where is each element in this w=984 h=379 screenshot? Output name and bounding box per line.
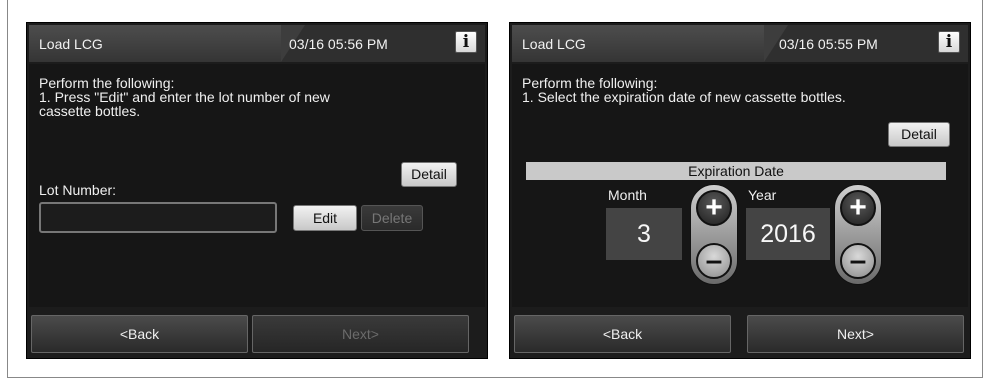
month-plus-icon[interactable]: + <box>696 190 732 226</box>
detail-button[interactable]: Detail <box>401 162 457 187</box>
detail-button[interactable]: Detail <box>888 122 950 147</box>
delete-button[interactable]: Delete <box>361 205 423 231</box>
month-label: Month <box>608 187 647 203</box>
edit-button[interactable]: Edit <box>293 205 357 231</box>
instructions: Perform the following: 1. Select the exp… <box>522 76 846 104</box>
footer-bar: <Back Next> <box>29 311 485 355</box>
screen-title: Load LCG <box>522 36 586 52</box>
load-lcg-lot-screen: Load LCG 03/16 05:56 PM i Perform the fo… <box>26 22 488 359</box>
back-button[interactable]: <Back <box>31 315 248 353</box>
lot-number-label: Lot Number: <box>39 182 117 198</box>
content-area: Perform the following: 1. Select the exp… <box>512 64 968 307</box>
month-value: 3 <box>606 208 682 260</box>
instruction-line: 1. Select the expiration date of new cas… <box>522 89 846 105</box>
info-icon[interactable]: i <box>455 31 477 53</box>
year-value: 2016 <box>746 208 830 260</box>
title-bar: Load LCG 03/16 05:55 PM i <box>512 25 968 62</box>
year-label: Year <box>748 187 777 203</box>
info-icon[interactable]: i <box>938 31 960 53</box>
instruction-line: Perform the following: <box>522 75 658 91</box>
load-lcg-expiration-screen: Load LCG 03/16 05:55 PM i Perform the fo… <box>509 22 971 359</box>
footer-bar: <Back Next> <box>512 311 968 355</box>
screen-title: Load LCG <box>39 36 103 52</box>
instructions: Perform the following: 1. Press "Edit" a… <box>39 76 330 118</box>
expiration-date-header: Expiration Date <box>526 162 946 180</box>
datetime: 03/16 05:55 PM <box>779 36 878 52</box>
back-button[interactable]: <Back <box>514 315 731 353</box>
instruction-line: 1. Press "Edit" and enter the lot number… <box>39 89 330 105</box>
instruction-line: cassette bottles. <box>39 103 141 119</box>
year-minus-icon[interactable]: – <box>840 243 876 279</box>
instruction-line: Perform the following: <box>39 75 175 91</box>
next-button[interactable]: Next> <box>747 315 964 353</box>
content-area: Perform the following: 1. Press "Edit" a… <box>29 64 485 307</box>
year-stepper: + – <box>834 184 882 285</box>
datetime: 03/16 05:56 PM <box>289 36 388 52</box>
month-minus-icon[interactable]: – <box>696 243 732 279</box>
lot-number-field[interactable] <box>39 202 277 233</box>
next-button[interactable]: Next> <box>252 315 469 353</box>
title-bar: Load LCG 03/16 05:56 PM i <box>29 25 485 62</box>
year-plus-icon[interactable]: + <box>840 190 876 226</box>
month-stepper: + – <box>690 184 738 285</box>
